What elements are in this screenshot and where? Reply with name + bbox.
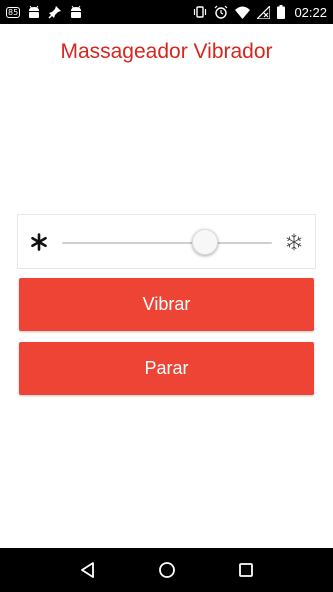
- intensity-slider-thumb[interactable]: [191, 229, 218, 255]
- battery-icon: [277, 0, 286, 24]
- android-icon: [27, 0, 41, 24]
- status-time: 02:22: [294, 4, 327, 20]
- status-left: 85: [6, 0, 83, 24]
- vibrar-button[interactable]: Vibrar: [19, 278, 314, 331]
- vibrate-icon: [193, 0, 207, 24]
- no-sim-icon: [257, 0, 271, 24]
- navigation-bar: [0, 548, 333, 592]
- app-title: Massageador Vibrador: [60, 40, 273, 63]
- pin-icon: [48, 0, 62, 24]
- alarm-icon: [214, 0, 228, 24]
- parar-button[interactable]: Parar: [19, 342, 314, 395]
- intensity-slider-card: [17, 214, 316, 269]
- wifi-icon: [235, 0, 251, 24]
- android-icon: [69, 0, 83, 24]
- home-icon[interactable]: [147, 550, 187, 590]
- status-bar: 85 02:22: [0, 0, 333, 24]
- notification-badge: 85: [6, 6, 21, 18]
- recents-icon[interactable]: [226, 550, 266, 590]
- notification-badge-icon: 85: [6, 0, 21, 24]
- snowflake-outline-icon: [284, 230, 304, 254]
- intensity-slider-track[interactable]: [62, 242, 272, 244]
- back-icon[interactable]: [68, 550, 108, 590]
- asterisk-bold-icon: [29, 230, 49, 254]
- status-right: 02:22: [193, 0, 327, 24]
